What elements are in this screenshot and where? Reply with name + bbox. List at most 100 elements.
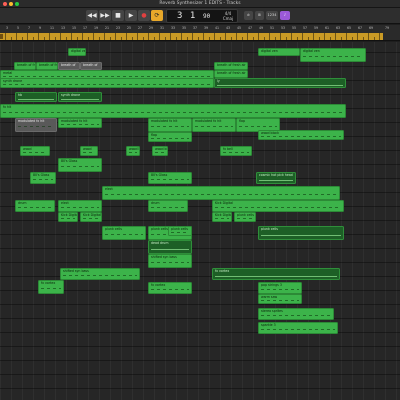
- region[interactable]: elect: [102, 186, 340, 200]
- region-label: plunk cells: [171, 227, 188, 231]
- cycle-button[interactable]: ⟳: [151, 10, 163, 21]
- region[interactable]: breath of fresh air: [214, 62, 248, 70]
- region-label: Kick Digital: [215, 213, 232, 217]
- region[interactable]: fx hit: [0, 104, 346, 118]
- region[interactable]: stereo sprites: [258, 308, 334, 320]
- region-midi-notes: [33, 178, 53, 181]
- region[interactable]: modulated fx hit: [15, 118, 57, 132]
- region-label: wood: [83, 147, 92, 151]
- region-midi-notes: [151, 206, 185, 209]
- region[interactable]: modulated fx hit: [192, 118, 236, 132]
- ruler-tick: [159, 33, 160, 40]
- region[interactable]: ly: [214, 78, 346, 88]
- region[interactable]: synth drone: [58, 92, 102, 102]
- region[interactable]: breath of fre: [14, 62, 36, 70]
- stop-button[interactable]: ■: [112, 10, 124, 21]
- tracks-area[interactable]: digital ven digital ven digital ven breath …: [0, 42, 400, 400]
- region[interactable]: Kick Digital: [212, 200, 344, 212]
- region[interactable]: warm saw: [258, 294, 302, 304]
- region[interactable]: shifted syn bass: [60, 268, 140, 280]
- ruler-tick: [21, 37, 23, 40]
- ruler-bar-number: 43: [226, 26, 231, 30]
- solo-button[interactable]: ⊞: [255, 11, 264, 20]
- region[interactable]: breath of fre: [36, 62, 58, 70]
- region[interactable]: wood: [80, 146, 98, 156]
- region[interactable]: fx vortex: [212, 268, 340, 280]
- region[interactable]: digital ven: [300, 48, 366, 62]
- region[interactable]: wood block: [152, 146, 168, 156]
- ruler-bar-number: 19: [94, 26, 99, 30]
- metronome-button[interactable]: ♪: [280, 11, 290, 20]
- region-midi-notes: [63, 274, 137, 277]
- region[interactable]: plunk cells: [258, 226, 344, 240]
- count-in-button[interactable]: 1234: [266, 11, 278, 20]
- track-lane-divider: [0, 318, 400, 319]
- region[interactable]: breath of: [80, 62, 102, 70]
- ruler-tick: [181, 33, 182, 40]
- region[interactable]: wood block: [258, 130, 344, 140]
- region[interactable]: modulated fx hit: [58, 118, 102, 128]
- region[interactable]: breath of: [58, 62, 80, 70]
- region[interactable]: flap: [148, 132, 192, 142]
- region-midi-notes: [195, 124, 233, 129]
- ruler-bar-number: 11: [50, 26, 55, 30]
- region[interactable]: fx vortex: [148, 282, 192, 294]
- record-button[interactable]: ●: [138, 10, 150, 21]
- region-label: breath of fre: [17, 63, 36, 67]
- region[interactable]: 80's Glass: [58, 158, 102, 172]
- region[interactable]: Kick Digital: [80, 212, 102, 222]
- region[interactable]: dead drum: [148, 240, 192, 254]
- region[interactable]: pop strings 3: [258, 282, 302, 294]
- region[interactable]: 80's Glass: [30, 172, 56, 184]
- track-lane-divider: [0, 248, 400, 249]
- region[interactable]: wood block: [126, 146, 140, 156]
- region[interactable]: elect: [58, 200, 102, 212]
- region-midi-notes: [3, 84, 211, 85]
- cycle-start-marker[interactable]: [0, 34, 3, 39]
- lcd-display[interactable]: 3 1 90 4/4 Cmaj: [166, 9, 238, 23]
- tuner-button[interactable]: ⊘: [244, 11, 253, 20]
- region[interactable]: digital ven: [258, 48, 300, 56]
- ruler-tick: [27, 33, 28, 40]
- track-lane-divider: [0, 304, 400, 305]
- region-label: wood: [23, 147, 32, 151]
- region[interactable]: wood: [20, 146, 50, 156]
- play-button[interactable]: ▶: [125, 10, 137, 21]
- region[interactable]: plunk cells: [102, 226, 146, 240]
- fast-forward-button[interactable]: ▶▶: [99, 10, 111, 21]
- region[interactable]: plunk cells: [168, 226, 192, 236]
- region[interactable]: cosmic hot pick head: [256, 172, 296, 184]
- region[interactable]: plunk cells: [234, 212, 256, 222]
- rewind-button[interactable]: ◀◀: [86, 10, 98, 21]
- region-midi-notes: [151, 288, 189, 291]
- region[interactable]: breath of fresh air: [214, 70, 248, 78]
- track-lane-divider: [0, 388, 400, 389]
- ruler-tick: [329, 37, 331, 40]
- ruler-bar-number: 55: [292, 26, 297, 30]
- region[interactable]: 80's Glass: [148, 172, 192, 184]
- timeline-ruler[interactable]: 3 5 7 9 11 13 15 17 19 21 23 25 27 29 31 33 35 37 39 41 43 45…: [0, 25, 400, 41]
- region-waveform: [259, 180, 293, 181]
- region[interactable]: fx vortex: [38, 280, 64, 294]
- region[interactable]: synth drone: [0, 78, 214, 88]
- region[interactable]: drum: [15, 200, 55, 212]
- control-bar: ◀◀ ▶▶ ■ ▶ ● ⟳ 3 1 90 4/4 Cmaj ⊘ ⊞ 1234 ♪: [0, 8, 400, 24]
- region-midi-notes: [151, 260, 189, 265]
- ruler-tick: [82, 33, 83, 40]
- lcd-signature[interactable]: 4/4 Cmaj: [221, 11, 235, 21]
- region-label: modulated fx hit: [151, 119, 178, 123]
- region-midi-notes: [261, 328, 335, 331]
- region[interactable]: digital ven: [68, 48, 86, 56]
- region[interactable]: hb: [15, 92, 57, 102]
- region[interactable]: drum: [148, 200, 188, 212]
- lcd-tempo[interactable]: 90: [203, 13, 210, 20]
- region[interactable]: modulated fx hit: [148, 118, 192, 132]
- region[interactable]: Kick Digital: [58, 212, 78, 222]
- region[interactable]: Kick Digital: [212, 212, 232, 222]
- region[interactable]: sparkle 3: [258, 322, 338, 334]
- region-midi-notes: [223, 152, 249, 153]
- region[interactable]: shifted syn bass: [148, 254, 192, 268]
- ruler-bar-number: 37: [193, 26, 198, 30]
- ruler-tick: [115, 33, 116, 40]
- region[interactable]: fx bell: [220, 146, 252, 156]
